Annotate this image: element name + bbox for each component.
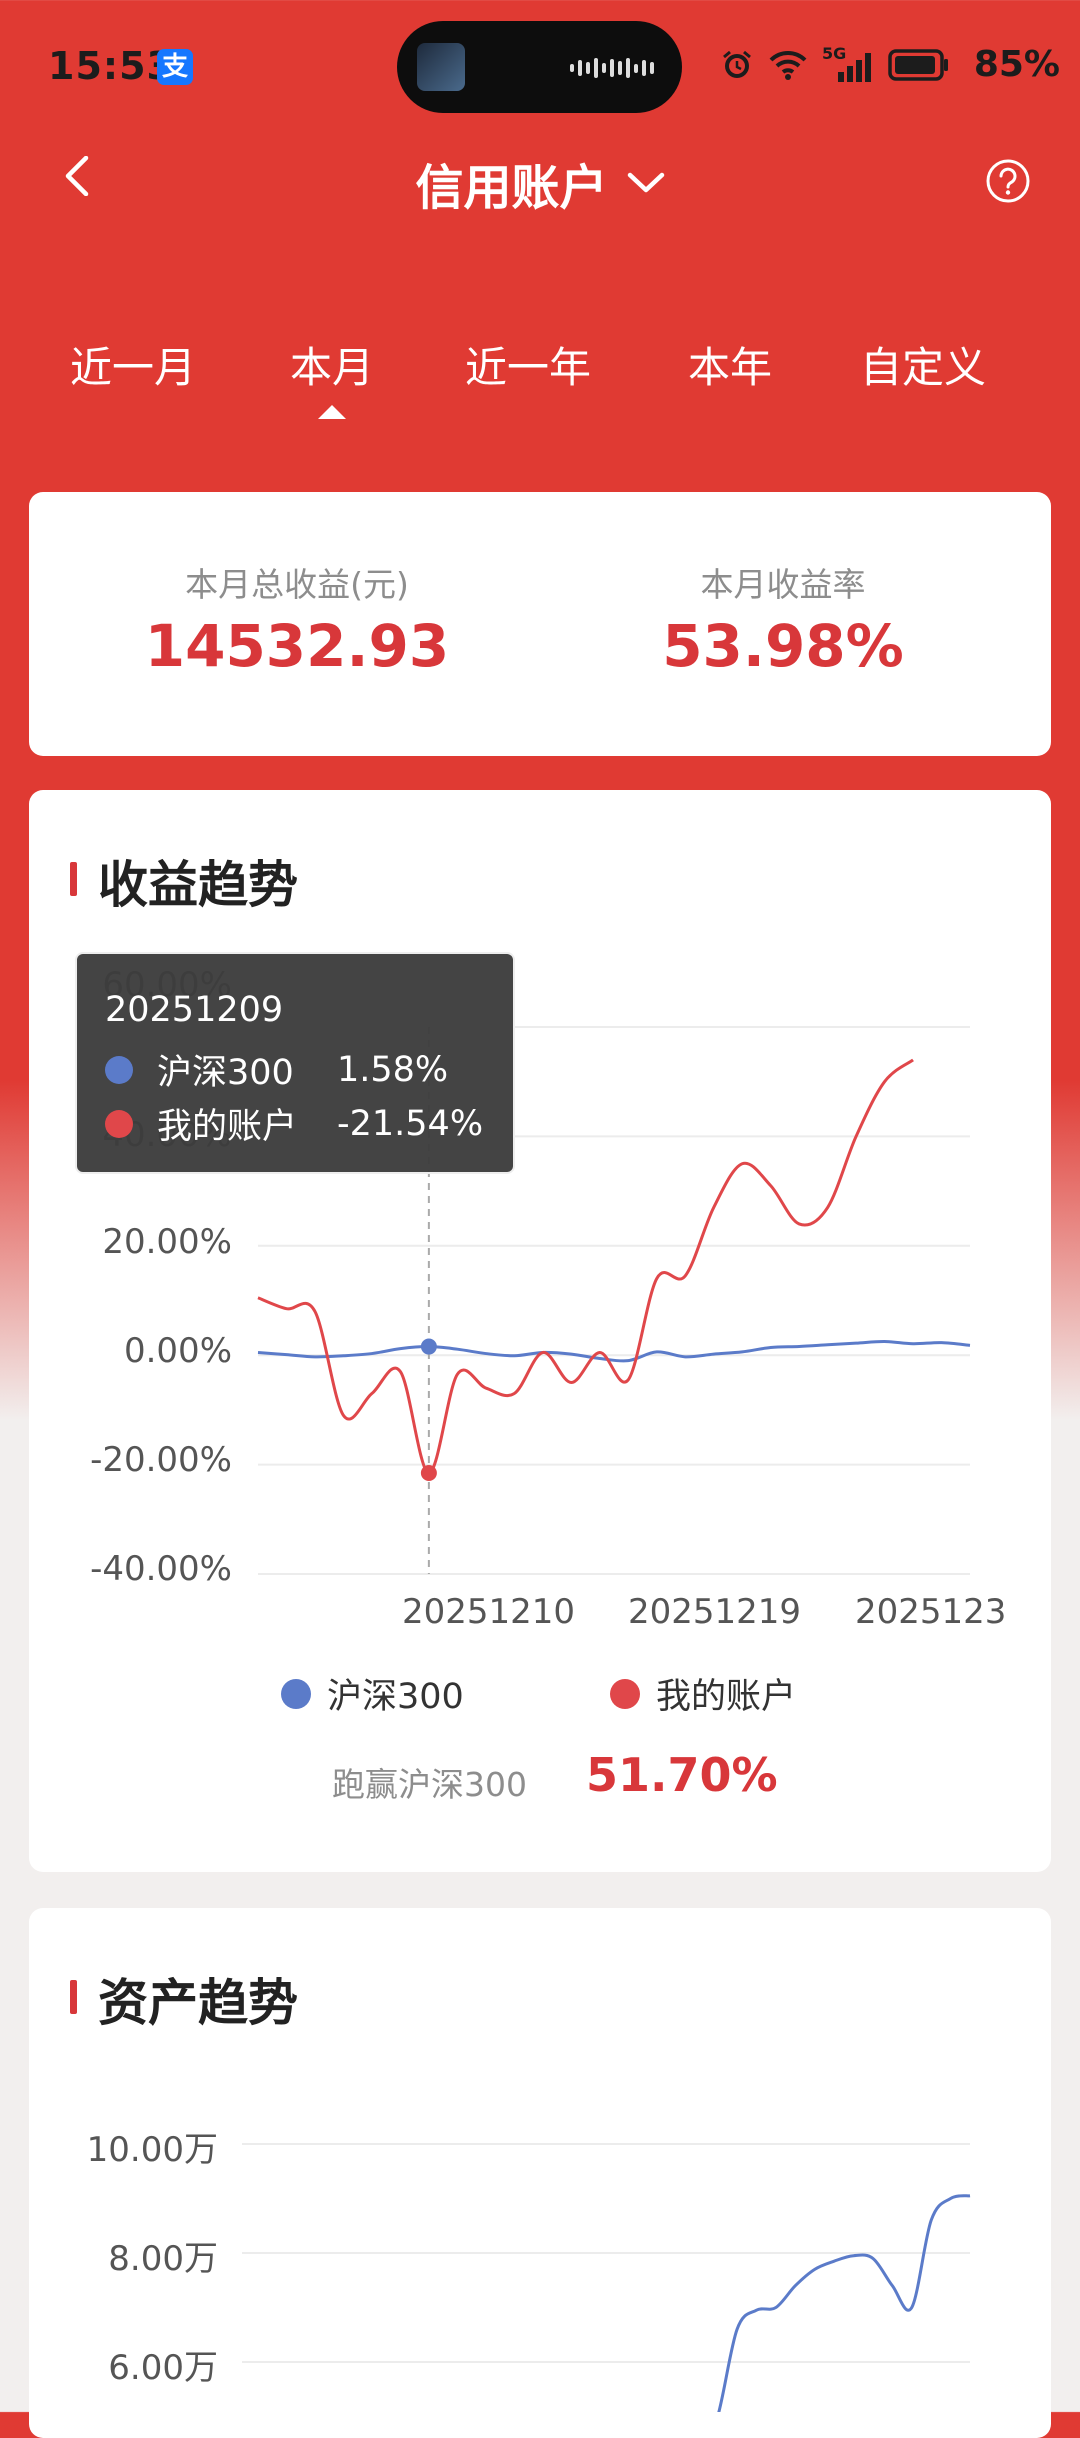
series-line-asset bbox=[717, 2194, 971, 2412]
asset-trend-chart[interactable] bbox=[0, 0, 1080, 2412]
